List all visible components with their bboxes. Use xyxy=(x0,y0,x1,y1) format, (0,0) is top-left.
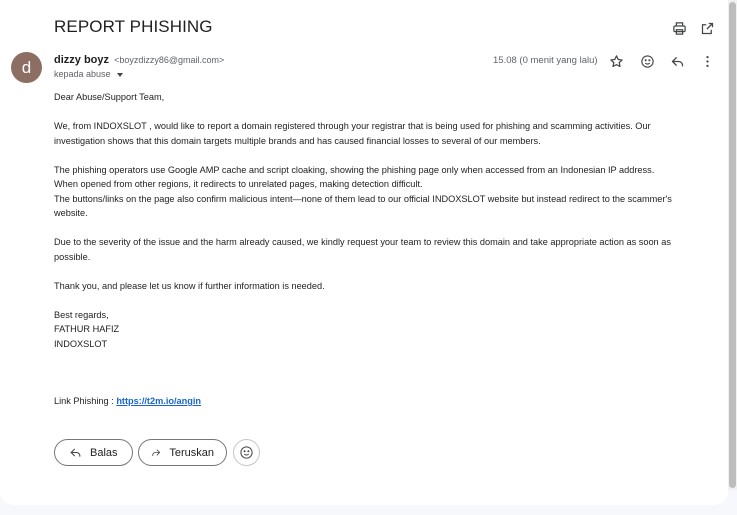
phishing-link-line: Link Phishing : https://t2m.io/angin xyxy=(54,394,714,409)
email-timestamp: 15.08 (0 menit yang lalu) xyxy=(493,55,598,66)
chevron-down-icon[interactable] xyxy=(116,72,123,77)
emoji-reaction-button[interactable] xyxy=(233,439,260,466)
reply-button[interactable]: Balas xyxy=(54,439,133,466)
star-icon[interactable] xyxy=(607,52,625,70)
email-body: Dear Abuse/Support Team, We, from INDOXS… xyxy=(54,90,714,423)
recipient-line[interactable]: kepada abuse xyxy=(54,69,123,79)
forward-label: Teruskan xyxy=(169,446,214,459)
emoji-icon[interactable] xyxy=(638,52,656,70)
paragraph-line: investigation shows that this domain tar… xyxy=(54,135,541,146)
paragraph-3: Due to the severity of the issue and the… xyxy=(54,235,714,264)
paragraph-line: possible. xyxy=(54,251,91,262)
paragraph-line: The buttons/links on the page also confi… xyxy=(54,193,672,204)
paragraph-line: Thank you, and please let us know if fur… xyxy=(54,280,325,291)
more-vert-icon[interactable] xyxy=(698,52,716,70)
signature-line: FATHUR HAFIZ xyxy=(54,324,120,334)
sender-name[interactable]: dizzy boyz xyxy=(54,54,109,66)
open-in-new-icon[interactable] xyxy=(698,19,716,37)
paragraph-line: website. xyxy=(54,208,88,218)
email-subject: REPORT PHISHING xyxy=(54,17,213,36)
avatar[interactable]: d xyxy=(11,52,42,83)
forward-icon xyxy=(152,449,161,456)
reply-label: Balas xyxy=(90,446,118,459)
sender-line: dizzy boyz <boyzdizzy86@gmail.com> xyxy=(54,54,224,66)
phishing-link[interactable]: https://t2m.io/angin xyxy=(116,396,201,406)
paragraph-line: The phishing operators use Google AMP ca… xyxy=(54,164,655,175)
greeting-text: Dear Abuse/Support Team, xyxy=(54,92,165,102)
paragraph-line: We, from INDOXSLOT , would like to repor… xyxy=(54,121,651,131)
sender-email: <boyzdizzy86@gmail.com> xyxy=(114,55,225,65)
reply-icon xyxy=(70,448,81,457)
paragraph-1: We, from INDOXSLOT , would like to repor… xyxy=(54,119,714,148)
forward-button[interactable]: Teruskan xyxy=(138,439,227,466)
paragraph-4: Thank you, and please let us know if fur… xyxy=(54,279,714,294)
signature: Best regards, FATHUR HAFIZ INDOXSLOT xyxy=(54,308,714,352)
paragraph-line: Due to the severity of the issue and the… xyxy=(54,237,671,247)
paragraph-line: When opened from other regions, it redir… xyxy=(54,179,423,189)
reply-icon[interactable] xyxy=(668,52,686,70)
signature-line: INDOXSLOT xyxy=(54,338,108,349)
greeting: Dear Abuse/Support Team, xyxy=(54,90,714,105)
emoji-icon xyxy=(240,446,253,459)
link-label: Link Phishing : xyxy=(54,396,117,406)
scrollbar[interactable] xyxy=(728,0,737,490)
recipient-label: kepada abuse xyxy=(54,69,111,79)
paragraph-2: The phishing operators use Google AMP ca… xyxy=(54,163,714,221)
email-card: REPORT PHISHING d dizzy boyz <boyzdizzy8… xyxy=(0,0,728,505)
print-icon[interactable] xyxy=(670,19,688,37)
scrollbar-thumb[interactable] xyxy=(729,2,736,488)
signature-line: Best regards, xyxy=(54,309,109,320)
